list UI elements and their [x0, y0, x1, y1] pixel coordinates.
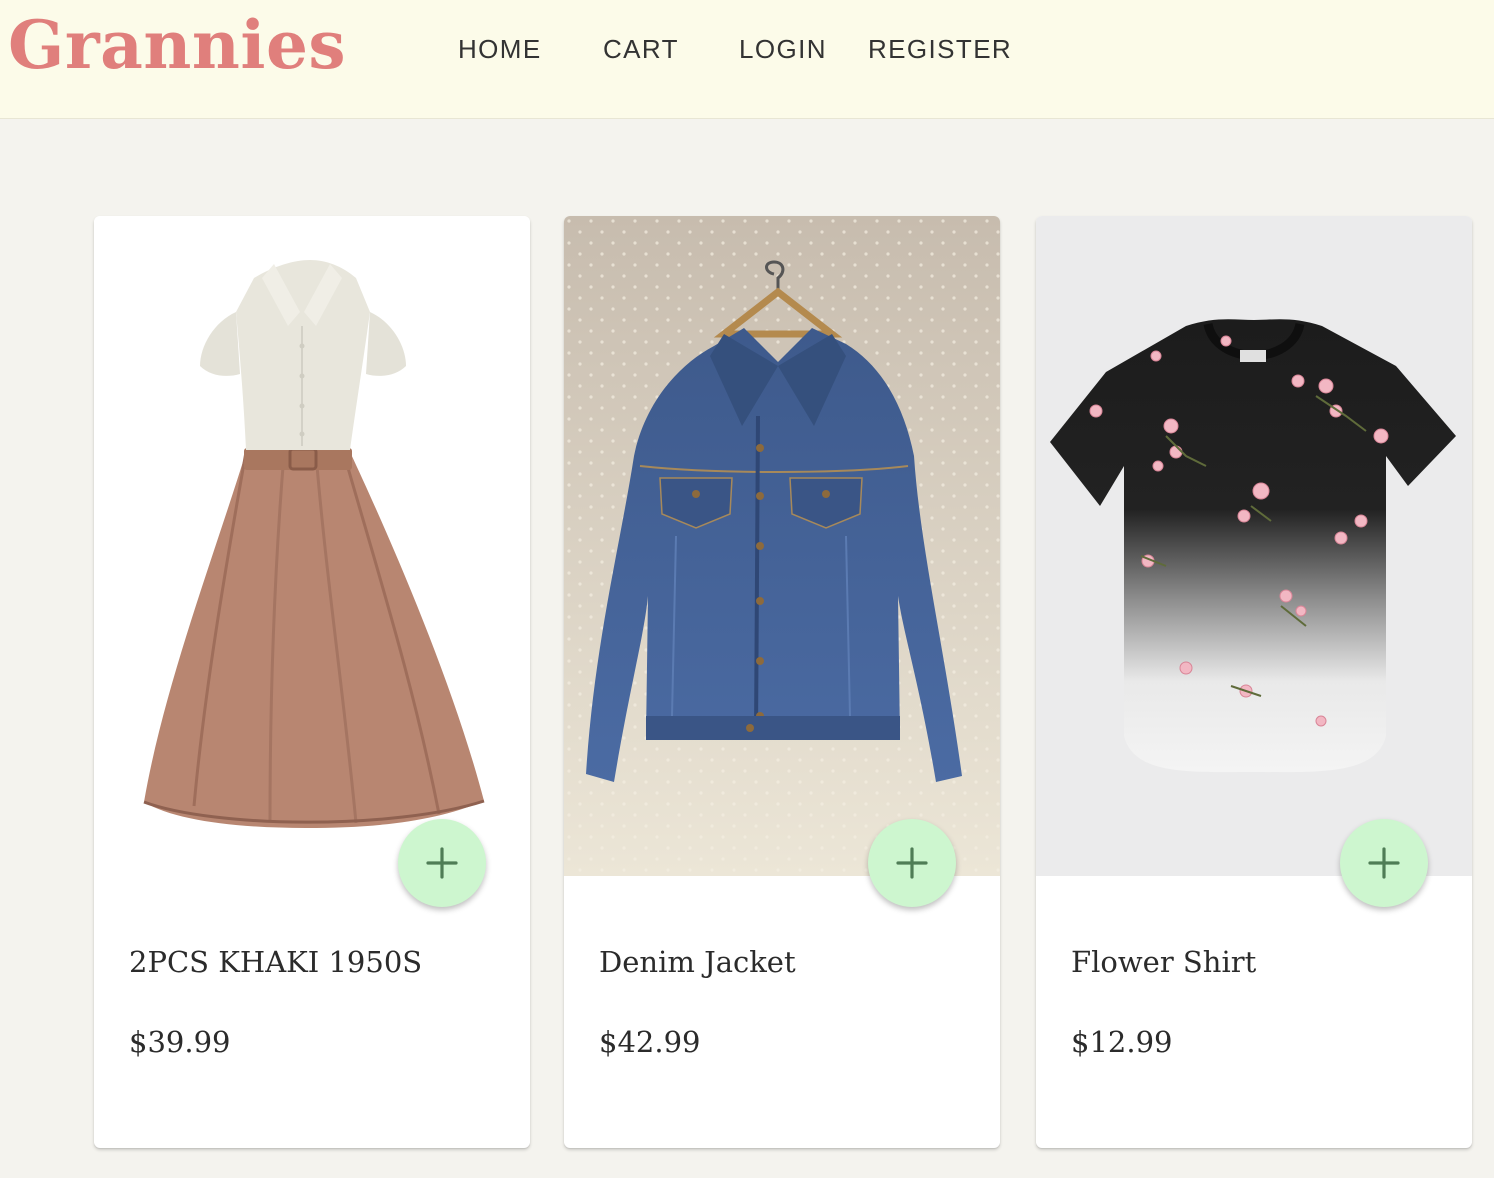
brand-logo[interactable]: Grannies: [8, 6, 346, 84]
nav-home-link[interactable]: HOME: [458, 34, 542, 65]
product-title: 2PCS KHAKI 1950S: [129, 945, 423, 979]
nav-cart-link[interactable]: CART: [603, 34, 679, 65]
denim-jacket-image[interactable]: [564, 216, 1000, 876]
site-header: Grannies HOME CART LOGIN REGISTER: [0, 0, 1494, 119]
vintage-dress-image[interactable]: [94, 216, 530, 876]
add-to-cart-button[interactable]: [868, 819, 956, 907]
product-title: Flower Shirt: [1071, 945, 1257, 979]
product-card[interactable]: Denim Jacket $42.99: [564, 216, 1000, 1148]
nav-login-link[interactable]: LOGIN: [739, 34, 827, 65]
nav-register-link[interactable]: REGISTER: [868, 34, 1012, 65]
product-card[interactable]: 2PCS KHAKI 1950S $39.99: [94, 216, 530, 1148]
plus-icon: [426, 847, 458, 879]
product-price: $42.99: [599, 1025, 701, 1059]
product-price: $39.99: [129, 1025, 231, 1059]
add-to-cart-button[interactable]: [398, 819, 486, 907]
add-to-cart-button[interactable]: [1340, 819, 1428, 907]
product-card[interactable]: Flower Shirt $12.99: [1036, 216, 1472, 1148]
flower-shirt-image[interactable]: [1036, 216, 1472, 876]
product-price: $12.99: [1071, 1025, 1173, 1059]
plus-icon: [1368, 847, 1400, 879]
product-title: Denim Jacket: [599, 945, 796, 979]
plus-icon: [896, 847, 928, 879]
